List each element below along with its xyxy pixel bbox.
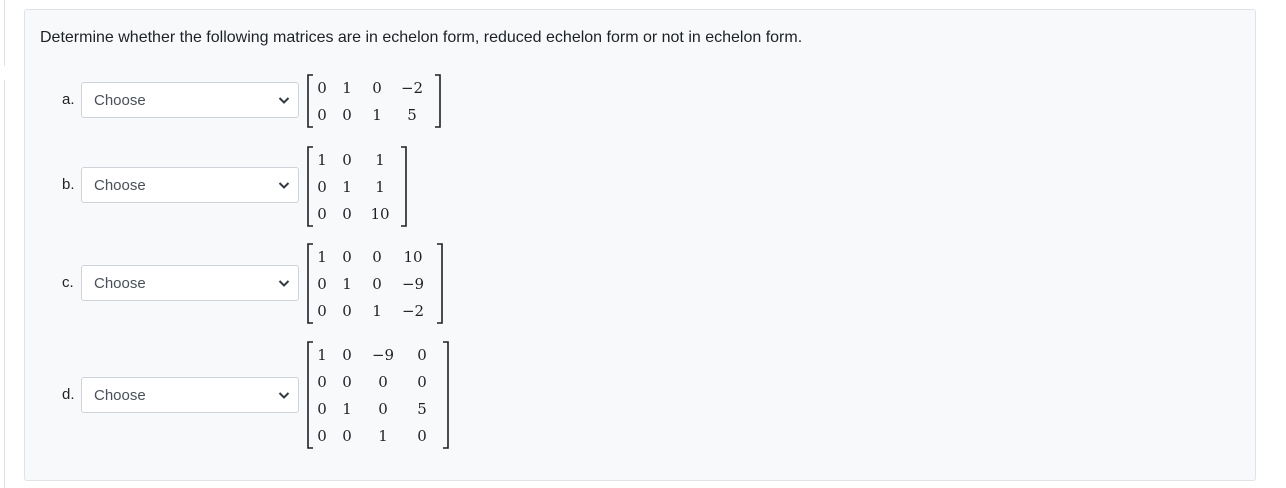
answer-select-d[interactable]: Choose bbox=[81, 377, 299, 413]
select-value: Choose bbox=[94, 177, 146, 194]
matrix-entry: 0 bbox=[317, 301, 327, 320]
matrix-entry: 0 bbox=[342, 345, 352, 364]
question-text: Determine whether the following matrices… bbox=[40, 29, 803, 46]
select-value: Choose bbox=[94, 275, 146, 292]
matrix-row: 101 bbox=[312, 146, 398, 173]
select-value: Choose bbox=[94, 387, 146, 404]
matrix-row: 1 0 −9 0 bbox=[312, 341, 440, 368]
matrix-entry: 5 bbox=[417, 399, 427, 418]
matrix-entry: 5 bbox=[407, 105, 417, 124]
answer-select-b[interactable]: Choose bbox=[81, 167, 299, 203]
matrix-entry: 1 bbox=[378, 426, 388, 445]
matrix-row: 0105 bbox=[312, 395, 440, 422]
matrix-entry: 1 bbox=[375, 150, 385, 169]
matrix-row: 0000 bbox=[312, 368, 440, 395]
matrix-entry: 0 bbox=[317, 204, 327, 223]
matrix-entry: 1 bbox=[317, 345, 327, 364]
right-bracket bbox=[435, 74, 441, 128]
matrix-entry: 0 bbox=[372, 78, 382, 97]
matrix-row: 011 bbox=[312, 173, 398, 200]
matrix-entry: 1 bbox=[342, 274, 352, 293]
item-letter: d. bbox=[62, 386, 75, 403]
matrix-entry: 1 bbox=[375, 177, 385, 196]
matrix-row: 0 0 1 −2 bbox=[312, 297, 434, 324]
matrix-grid: 1 0 0 10 0 1 0 −9 0 0 1 −2 bbox=[312, 243, 434, 324]
matrix-entry: −2 bbox=[400, 78, 424, 97]
matrix-grid: 1 0 1 0 1 1 0 0 10 bbox=[312, 146, 398, 227]
matrix-entry: 0 bbox=[342, 301, 352, 320]
matrix-entry: −9 bbox=[371, 345, 395, 364]
matrix-entry: 1 bbox=[317, 150, 327, 169]
matrix-entry: 0 bbox=[378, 372, 388, 391]
matrix-entry: 0 bbox=[342, 426, 352, 445]
left-edge-strip bbox=[0, 80, 5, 488]
matrix-b: 1 0 1 0 1 1 0 0 10 bbox=[306, 146, 408, 227]
answer-select-c[interactable]: Choose bbox=[81, 265, 299, 301]
chevron-down-icon bbox=[278, 392, 290, 399]
matrix-entry: 0 bbox=[417, 372, 427, 391]
matrix-entry: 0 bbox=[317, 78, 327, 97]
matrix-entry: 0 bbox=[342, 372, 352, 391]
right-bracket bbox=[443, 341, 449, 449]
matrix-entry: 10 bbox=[370, 204, 390, 223]
matrix-row: 1 0 0 10 bbox=[312, 243, 434, 270]
matrix-row: 0010 bbox=[312, 422, 440, 449]
matrix-row: 00 10 bbox=[312, 200, 398, 227]
matrix-row: 00 1 5 bbox=[312, 101, 432, 128]
matrix-grid: 0 1 0 −2 0 0 1 5 bbox=[312, 74, 432, 128]
matrix-entry: 0 bbox=[317, 372, 327, 391]
matrix-row: 0 1 0 −2 bbox=[312, 74, 432, 101]
item-letter: c. bbox=[62, 274, 74, 291]
right-bracket bbox=[437, 243, 443, 324]
matrix-grid: 1 0 −9 0 0 0 0 0 0 1 0 5 0 0 1 0 bbox=[312, 341, 440, 449]
chevron-down-icon bbox=[278, 97, 290, 104]
answer-select-a[interactable]: Choose bbox=[81, 82, 299, 118]
matrix-entry: −9 bbox=[401, 274, 425, 293]
question-panel: Determine whether the following matrices… bbox=[24, 9, 1256, 481]
matrix-entry: 1 bbox=[372, 105, 382, 124]
matrix-entry: 0 bbox=[317, 105, 327, 124]
matrix-entry: 0 bbox=[317, 177, 327, 196]
matrix-entry: 0 bbox=[342, 150, 352, 169]
item-letter: a. bbox=[62, 91, 75, 108]
matrix-a: 0 1 0 −2 0 0 1 5 bbox=[306, 74, 442, 128]
matrix-entry: 0 bbox=[342, 105, 352, 124]
matrix-entry: 0 bbox=[342, 204, 352, 223]
matrix-entry: −2 bbox=[401, 301, 425, 320]
matrix-entry: 0 bbox=[342, 247, 352, 266]
right-bracket bbox=[401, 146, 407, 227]
matrix-entry: 0 bbox=[372, 274, 382, 293]
matrix-entry: 1 bbox=[372, 301, 382, 320]
left-edge-strip-top bbox=[0, 0, 5, 66]
item-letter: b. bbox=[62, 176, 75, 193]
chevron-down-icon bbox=[278, 182, 290, 189]
matrix-entry: 10 bbox=[403, 247, 423, 266]
matrix-c: 1 0 0 10 0 1 0 −9 0 0 1 −2 bbox=[306, 243, 444, 324]
matrix-entry: 0 bbox=[417, 345, 427, 364]
select-value: Choose bbox=[94, 92, 146, 109]
matrix-entry: 0 bbox=[317, 274, 327, 293]
chevron-down-icon bbox=[278, 280, 290, 287]
matrix-entry: 1 bbox=[342, 177, 352, 196]
matrix-entry: 0 bbox=[317, 426, 327, 445]
matrix-entry: 0 bbox=[317, 399, 327, 418]
matrix-entry: 0 bbox=[378, 399, 388, 418]
matrix-d: 1 0 −9 0 0 0 0 0 0 1 0 5 0 0 1 0 bbox=[306, 341, 450, 449]
matrix-entry: 1 bbox=[342, 78, 352, 97]
matrix-entry: 1 bbox=[317, 247, 327, 266]
matrix-entry: 1 bbox=[342, 399, 352, 418]
matrix-row: 0 1 0 −9 bbox=[312, 270, 434, 297]
matrix-entry: 0 bbox=[417, 426, 427, 445]
matrix-entry: 0 bbox=[372, 247, 382, 266]
